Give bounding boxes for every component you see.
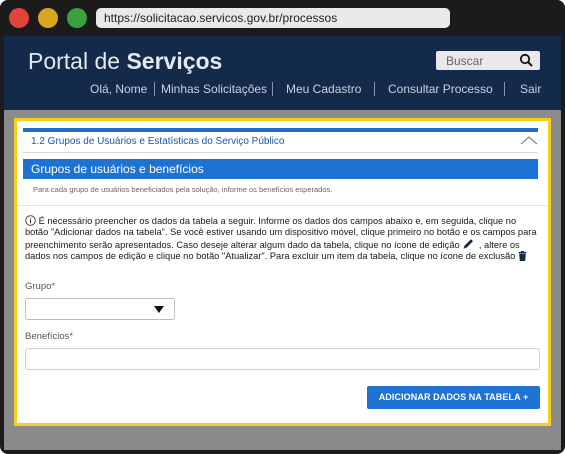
browser-titlebar: https://solicitacao.servicos.gov.br/proc… [0, 0, 565, 36]
close-window-button[interactable] [9, 8, 29, 28]
trash-icon [518, 251, 527, 261]
group-title: Grupos de usuários e benefícios [31, 162, 204, 176]
search-input[interactable] [436, 51, 516, 70]
section-title[interactable]: 1.2 Grupos de Usuários e Estatísticas do… [31, 136, 284, 147]
instructions-part-1: É necessário preencher os dados da tabel… [25, 216, 537, 250]
address-bar[interactable]: https://solicitacao.servicos.gov.br/proc… [96, 8, 450, 28]
grupo-label: Grupo* [25, 281, 55, 292]
portal-title[interactable]: Portal de Serviços [28, 48, 222, 75]
instructions-text: É necessário preencher os dados da tabel… [25, 215, 537, 262]
nav-separator [504, 82, 505, 96]
nav-minhas-solicitacoes[interactable]: Minhas Solicitações [161, 80, 267, 98]
beneficios-label-text: Benefícios [25, 331, 70, 342]
nav-separator [272, 82, 273, 96]
search-icon[interactable] [519, 53, 534, 68]
beneficios-input[interactable] [25, 348, 540, 370]
group-header: Grupos de usuários e benefícios [23, 159, 538, 179]
add-to-table-button[interactable]: ADICIONAR DADOS NA TABELA + [367, 386, 540, 409]
minimize-window-button[interactable] [38, 8, 58, 28]
grupo-label-text: Grupo [25, 281, 52, 292]
overlay-backdrop [4, 110, 561, 118]
section-accent-line [23, 128, 538, 132]
nav-sair[interactable]: Sair [520, 80, 541, 98]
browser-window: https://solicitacao.servicos.gov.br/proc… [0, 0, 565, 454]
grupo-select[interactable] [25, 298, 175, 320]
modal-focus-outline: 1.2 Grupos de Usuários e Estatísticas do… [14, 118, 551, 426]
portal-title-bold: Serviços [126, 48, 223, 74]
maximize-window-button[interactable] [67, 8, 87, 28]
nav-consultar-processo[interactable]: Consultar Processo [388, 80, 493, 98]
portal-header: Portal de Serviços Olá, Nome Minhas Soli… [4, 36, 561, 110]
nav-separator [374, 82, 375, 96]
chevron-up-icon[interactable] [520, 134, 538, 146]
info-icon [25, 215, 36, 226]
nav-user-greeting[interactable]: Olá, Nome [90, 80, 147, 98]
top-navigation: Olá, Nome Minhas Solicitações Meu Cadast… [4, 80, 561, 100]
dropdown-arrow-icon [154, 306, 164, 313]
nav-meu-cadastro[interactable]: Meu Cadastro [286, 80, 361, 98]
group-description: Para cada grupo de usuários beneficiados… [33, 185, 333, 194]
pencil-icon [463, 239, 474, 249]
nav-separator [154, 82, 155, 96]
required-mark: * [51, 281, 56, 292]
modal-dialog: 1.2 Grupos de Usuários e Estatísticas do… [17, 121, 548, 423]
required-mark: * [69, 331, 74, 342]
divider [17, 205, 548, 206]
overlay-backdrop-bottom [4, 426, 561, 450]
beneficios-label: Benefícios* [25, 331, 73, 342]
page-viewport: Portal de Serviços Olá, Nome Minhas Soli… [4, 36, 561, 450]
portal-title-light: Portal de [28, 48, 127, 74]
search-box [436, 51, 540, 70]
section-divider [23, 152, 538, 153]
